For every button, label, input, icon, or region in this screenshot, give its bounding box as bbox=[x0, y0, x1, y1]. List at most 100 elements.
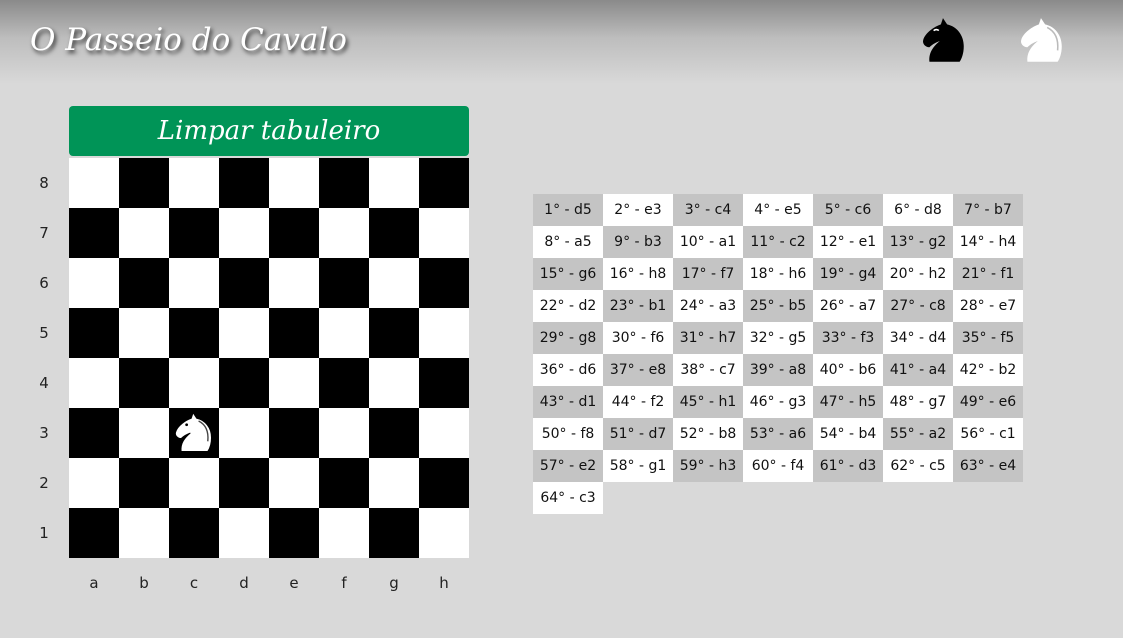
move-cell: 14° - h4 bbox=[953, 226, 1023, 258]
move-cell: 52° - b8 bbox=[673, 418, 743, 450]
square-g1[interactable] bbox=[369, 508, 419, 558]
square-a5[interactable] bbox=[69, 308, 119, 358]
square-b3[interactable] bbox=[119, 408, 169, 458]
move-cell: 61° - d3 bbox=[813, 450, 883, 482]
rank-label: 1 bbox=[39, 524, 49, 542]
square-e1[interactable] bbox=[269, 508, 319, 558]
square-h7[interactable] bbox=[419, 208, 469, 258]
move-cell: 57° - e2 bbox=[533, 450, 603, 482]
square-a6[interactable] bbox=[69, 258, 119, 308]
move-cell: 23° - b1 bbox=[603, 290, 673, 322]
square-h2[interactable] bbox=[419, 458, 469, 508]
square-e7[interactable] bbox=[269, 208, 319, 258]
square-f6[interactable] bbox=[319, 258, 369, 308]
square-b5[interactable] bbox=[119, 308, 169, 358]
page-title: O Passeio do Cavalo bbox=[30, 22, 347, 58]
white-knight-icon bbox=[174, 411, 212, 452]
square-f2[interactable] bbox=[319, 458, 369, 508]
square-g5[interactable] bbox=[369, 308, 419, 358]
square-c3[interactable] bbox=[169, 408, 219, 458]
square-e3[interactable] bbox=[269, 408, 319, 458]
square-a7[interactable] bbox=[69, 208, 119, 258]
square-d4[interactable] bbox=[219, 358, 269, 408]
move-cell: 8° - a5 bbox=[533, 226, 603, 258]
square-b2[interactable] bbox=[119, 458, 169, 508]
square-d7[interactable] bbox=[219, 208, 269, 258]
square-g7[interactable] bbox=[369, 208, 419, 258]
move-cell: 17° - f7 bbox=[673, 258, 743, 290]
move-cell: 54° - b4 bbox=[813, 418, 883, 450]
square-a2[interactable] bbox=[69, 458, 119, 508]
file-label: b bbox=[139, 574, 149, 592]
square-g4[interactable] bbox=[369, 358, 419, 408]
header-bar: O Passeio do Cavalo bbox=[0, 0, 1123, 84]
black-knight-button[interactable] bbox=[918, 14, 970, 68]
square-g3[interactable] bbox=[369, 408, 419, 458]
square-b4[interactable] bbox=[119, 358, 169, 408]
square-f3[interactable] bbox=[319, 408, 369, 458]
square-h6[interactable] bbox=[419, 258, 469, 308]
square-b6[interactable] bbox=[119, 258, 169, 308]
square-a8[interactable] bbox=[69, 158, 119, 208]
square-c2[interactable] bbox=[169, 458, 219, 508]
move-cell: 59° - h3 bbox=[673, 450, 743, 482]
move-cell: 45° - h1 bbox=[673, 386, 743, 418]
square-a4[interactable] bbox=[69, 358, 119, 408]
move-cell: 25° - b5 bbox=[743, 290, 813, 322]
square-g2[interactable] bbox=[369, 458, 419, 508]
square-f1[interactable] bbox=[319, 508, 369, 558]
move-cell: 20° - h2 bbox=[883, 258, 953, 290]
move-cell: 24° - a3 bbox=[673, 290, 743, 322]
square-c6[interactable] bbox=[169, 258, 219, 308]
square-c1[interactable] bbox=[169, 508, 219, 558]
square-c8[interactable] bbox=[169, 158, 219, 208]
square-g6[interactable] bbox=[369, 258, 419, 308]
move-cell: 47° - h5 bbox=[813, 386, 883, 418]
square-h5[interactable] bbox=[419, 308, 469, 358]
square-d1[interactable] bbox=[219, 508, 269, 558]
square-h3[interactable] bbox=[419, 408, 469, 458]
square-f8[interactable] bbox=[319, 158, 369, 208]
square-c5[interactable] bbox=[169, 308, 219, 358]
square-f5[interactable] bbox=[319, 308, 369, 358]
square-e8[interactable] bbox=[269, 158, 319, 208]
square-d3[interactable] bbox=[219, 408, 269, 458]
file-label: a bbox=[89, 574, 99, 592]
move-cell: 3° - c4 bbox=[673, 194, 743, 226]
square-d2[interactable] bbox=[219, 458, 269, 508]
square-h8[interactable] bbox=[419, 158, 469, 208]
move-cell: 33° - f3 bbox=[813, 322, 883, 354]
square-e2[interactable] bbox=[269, 458, 319, 508]
square-e5[interactable] bbox=[269, 308, 319, 358]
square-d6[interactable] bbox=[219, 258, 269, 308]
move-cell: 12° - e1 bbox=[813, 226, 883, 258]
rank-label: 3 bbox=[39, 424, 49, 442]
move-cell: 13° - g2 bbox=[883, 226, 953, 258]
move-cell: 41° - a4 bbox=[883, 354, 953, 386]
move-cell: 22° - d2 bbox=[533, 290, 603, 322]
square-b1[interactable] bbox=[119, 508, 169, 558]
square-d8[interactable] bbox=[219, 158, 269, 208]
move-cell: 28° - e7 bbox=[953, 290, 1023, 322]
move-cell: 11° - c2 bbox=[743, 226, 813, 258]
square-c7[interactable] bbox=[169, 208, 219, 258]
square-e4[interactable] bbox=[269, 358, 319, 408]
square-a3[interactable] bbox=[69, 408, 119, 458]
file-label: c bbox=[189, 574, 199, 592]
square-f7[interactable] bbox=[319, 208, 369, 258]
square-b7[interactable] bbox=[119, 208, 169, 258]
square-b8[interactable] bbox=[119, 158, 169, 208]
square-h1[interactable] bbox=[419, 508, 469, 558]
move-cell: 32° - g5 bbox=[743, 322, 813, 354]
square-f4[interactable] bbox=[319, 358, 369, 408]
square-c4[interactable] bbox=[169, 358, 219, 408]
square-e6[interactable] bbox=[269, 258, 319, 308]
clear-board-button[interactable]: Limpar tabuleiro bbox=[69, 106, 469, 156]
rank-label: 8 bbox=[39, 174, 49, 192]
square-g8[interactable] bbox=[369, 158, 419, 208]
square-a1[interactable] bbox=[69, 508, 119, 558]
white-knight-button[interactable] bbox=[1016, 14, 1068, 68]
moves-list: 1° - d5 2° - e3 3° - c4 4° - e5 5° - c6 6° - … bbox=[533, 194, 1023, 514]
square-d5[interactable] bbox=[219, 308, 269, 358]
square-h4[interactable] bbox=[419, 358, 469, 408]
